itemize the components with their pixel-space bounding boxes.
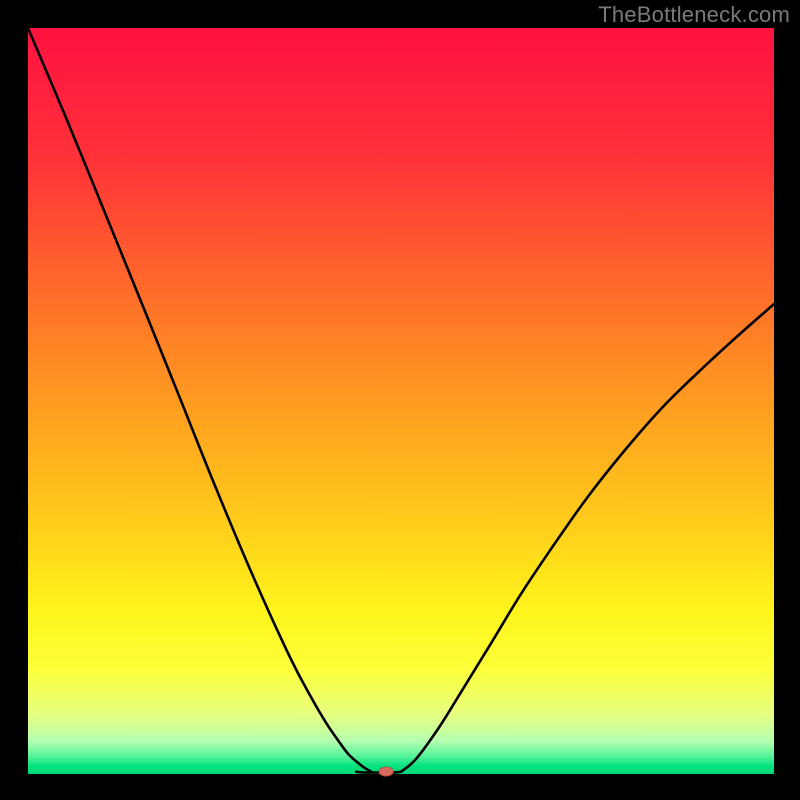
optimum-marker <box>379 767 393 776</box>
attribution-label: TheBottleneck.com <box>598 2 790 28</box>
curve-right-branch <box>401 304 774 772</box>
curve-left-branch <box>28 28 371 772</box>
chart-frame: TheBottleneck.com <box>0 0 800 800</box>
plot-area <box>28 28 774 774</box>
curve-layer <box>28 28 774 774</box>
